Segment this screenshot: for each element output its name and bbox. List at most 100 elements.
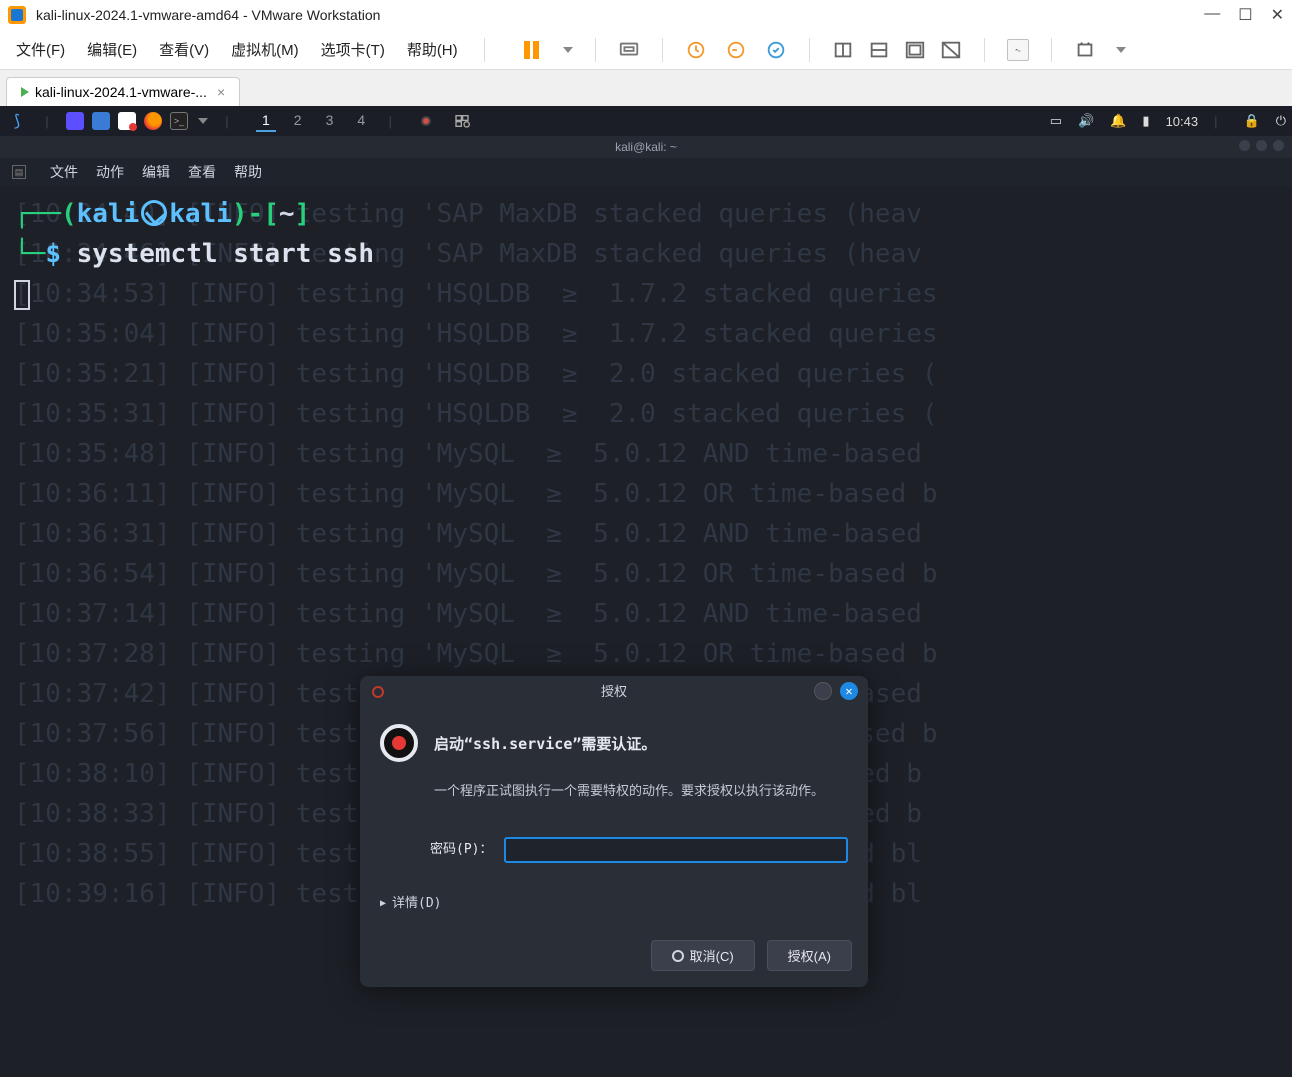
terminal-newtab-icon[interactable]: ▤ bbox=[12, 165, 26, 179]
taskbar-separator: | bbox=[36, 111, 58, 131]
workspace-4[interactable]: 4 bbox=[351, 110, 371, 132]
term-menu-edit[interactable]: 编辑 bbox=[142, 162, 170, 182]
menu-help[interactable]: 帮助(H) bbox=[407, 39, 458, 60]
at-icon bbox=[141, 200, 167, 226]
snapshot-revert-icon[interactable] bbox=[725, 39, 747, 61]
vmware-app-icon bbox=[8, 6, 26, 24]
stretch-guest-icon[interactable] bbox=[1074, 39, 1096, 61]
password-label: 密码(P)： bbox=[430, 830, 492, 870]
separator bbox=[984, 38, 985, 62]
app-icon-editor[interactable] bbox=[118, 112, 136, 130]
menu-tabs[interactable]: 选项卡(T) bbox=[321, 39, 385, 60]
tray-power-icon[interactable]: ⏻ bbox=[1276, 113, 1286, 129]
window-list-icon[interactable] bbox=[451, 111, 473, 131]
authorize-button[interactable]: 授权(A) bbox=[767, 940, 852, 971]
power-dropdown[interactable] bbox=[563, 47, 573, 53]
details-label: 详情(D) bbox=[392, 884, 441, 924]
separator bbox=[484, 38, 485, 62]
terminal-titlebar: kali@kali: ~ bbox=[0, 136, 1292, 158]
terminal-close-icon[interactable] bbox=[1273, 140, 1284, 151]
prompt-cwd: ~ bbox=[279, 199, 295, 229]
tray-lock-icon[interactable]: 🔒 bbox=[1244, 113, 1260, 129]
app-icon-activities[interactable] bbox=[66, 112, 84, 130]
stretch-dropdown[interactable] bbox=[1116, 47, 1126, 53]
kali-menu-icon[interactable]: ⟆ bbox=[6, 111, 28, 131]
menu-file[interactable]: 文件(F) bbox=[16, 39, 65, 60]
tray-display-icon[interactable]: ▭ bbox=[1050, 113, 1062, 129]
terminal-body[interactable]: [10:34:40] [INFO] testing 'SAP MaxDB sta… bbox=[0, 186, 1292, 1077]
cancel-label: 取消(C) bbox=[690, 946, 734, 965]
workspace-1[interactable]: 1 bbox=[256, 110, 276, 132]
close-button[interactable]: ✕ bbox=[1271, 5, 1284, 25]
window-controls: — ☐ ✕ bbox=[1204, 5, 1284, 25]
record-icon[interactable] bbox=[421, 116, 431, 126]
auth-titlebar-icon bbox=[372, 686, 384, 698]
app-terminal-dropdown[interactable] bbox=[198, 118, 208, 124]
workspace-2[interactable]: 2 bbox=[288, 110, 308, 132]
minimize-button[interactable]: — bbox=[1204, 5, 1220, 25]
separator bbox=[809, 38, 810, 62]
auth-message: 一个程序正试图执行一个需要特权的动作。要求授权以执行该动作。 bbox=[434, 772, 824, 812]
prompt-user: kali bbox=[77, 199, 140, 229]
cancel-button[interactable]: 取消(C) bbox=[651, 940, 755, 971]
workspace-switcher: 1 2 3 4 bbox=[256, 110, 371, 132]
guest-vm-viewport[interactable]: ⟆ | >_ | 1 2 3 4 | ▭ 🔊 🔔 ▮ 10:43 | 🔒 ⏻ bbox=[0, 106, 1292, 1077]
term-menu-view[interactable]: 查看 bbox=[188, 162, 216, 182]
auth-minimize-icon[interactable] bbox=[814, 682, 832, 700]
quick-switch-icon[interactable] bbox=[1007, 39, 1029, 61]
tray-battery-icon[interactable]: ▮ bbox=[1142, 113, 1149, 129]
auth-heading: 启动“ssh.service”需要认证。 bbox=[434, 724, 824, 764]
vmware-titlebar: kali-linux-2024.1-vmware-amd64 - VMware … bbox=[0, 0, 1292, 30]
terminal-min-icon[interactable] bbox=[1239, 140, 1250, 151]
app-icon-files[interactable] bbox=[92, 112, 110, 130]
tab-close-icon[interactable]: × bbox=[217, 84, 225, 100]
vmware-menu-bar: 文件(F) 编辑(E) 查看(V) 虚拟机(M) 选项卡(T) 帮助(H) bbox=[0, 30, 1292, 70]
view-singlewindow-icon[interactable] bbox=[832, 39, 854, 61]
snapshot-manager-icon[interactable] bbox=[765, 39, 787, 61]
terminal-max-icon[interactable] bbox=[1256, 140, 1267, 151]
tray-volume-icon[interactable]: 🔊 bbox=[1078, 113, 1094, 129]
separator bbox=[662, 38, 663, 62]
maximize-button[interactable]: ☐ bbox=[1238, 5, 1252, 25]
prompt-line-2: └─$ systemctl start ssh bbox=[14, 234, 1278, 274]
view-console-icon[interactable] bbox=[868, 39, 890, 61]
snapshot-take-icon[interactable] bbox=[685, 39, 707, 61]
password-input[interactable] bbox=[504, 837, 848, 863]
pause-button[interactable] bbox=[521, 39, 543, 61]
app-icon-terminal[interactable]: >_ bbox=[170, 112, 188, 130]
separator bbox=[1051, 38, 1052, 62]
cancel-icon bbox=[672, 950, 684, 962]
polkit-auth-dialog: 授权 ✕ 启动“ssh.service”需要认证。 一个程序正试图执行一个需要特… bbox=[360, 676, 868, 987]
vmware-window-title: kali-linux-2024.1-vmware-amd64 - VMware … bbox=[36, 7, 380, 23]
send-ctrlaltdel-icon[interactable] bbox=[618, 39, 640, 61]
terminal-cursor bbox=[14, 280, 30, 310]
term-menu-help[interactable]: 帮助 bbox=[234, 162, 262, 182]
auth-dialog-titlebar[interactable]: 授权 ✕ bbox=[360, 676, 868, 710]
auth-close-icon[interactable]: ✕ bbox=[840, 682, 858, 700]
chevron-right-icon: ▶ bbox=[380, 884, 386, 924]
tray-clock[interactable]: 10:43 bbox=[1166, 114, 1199, 129]
terminal-menu-bar: ▤ 文件 动作 编辑 查看 帮助 bbox=[0, 158, 1292, 186]
auth-dialog-title: 授权 bbox=[601, 673, 627, 713]
prompt-host: kali bbox=[169, 199, 232, 229]
app-icon-firefox[interactable] bbox=[144, 112, 162, 130]
vm-running-icon bbox=[21, 87, 29, 97]
term-menu-file[interactable]: 文件 bbox=[50, 162, 78, 182]
details-expander[interactable]: ▶ 详情(D) bbox=[360, 876, 868, 932]
auth-shield-icon bbox=[380, 724, 418, 762]
menu-view[interactable]: 查看(V) bbox=[159, 39, 209, 60]
vm-tab[interactable]: kali-linux-2024.1-vmware-... × bbox=[6, 77, 240, 106]
term-menu-action[interactable]: 动作 bbox=[96, 162, 124, 182]
terminal-title: kali@kali: ~ bbox=[615, 140, 677, 154]
typed-command: systemctl start ssh bbox=[77, 239, 374, 269]
view-fullscreen-icon[interactable] bbox=[904, 39, 926, 61]
kali-taskbar: ⟆ | >_ | 1 2 3 4 | ▭ 🔊 🔔 ▮ 10:43 | 🔒 ⏻ bbox=[0, 106, 1292, 136]
view-unity-icon[interactable] bbox=[940, 39, 962, 61]
vmware-toolbar bbox=[521, 38, 1126, 62]
menu-vm[interactable]: 虚拟机(M) bbox=[231, 39, 299, 60]
taskbar-separator: | bbox=[216, 111, 238, 131]
separator bbox=[595, 38, 596, 62]
menu-edit[interactable]: 编辑(E) bbox=[87, 39, 137, 60]
workspace-3[interactable]: 3 bbox=[320, 110, 340, 132]
tray-notifications-icon[interactable]: 🔔 bbox=[1110, 113, 1126, 129]
